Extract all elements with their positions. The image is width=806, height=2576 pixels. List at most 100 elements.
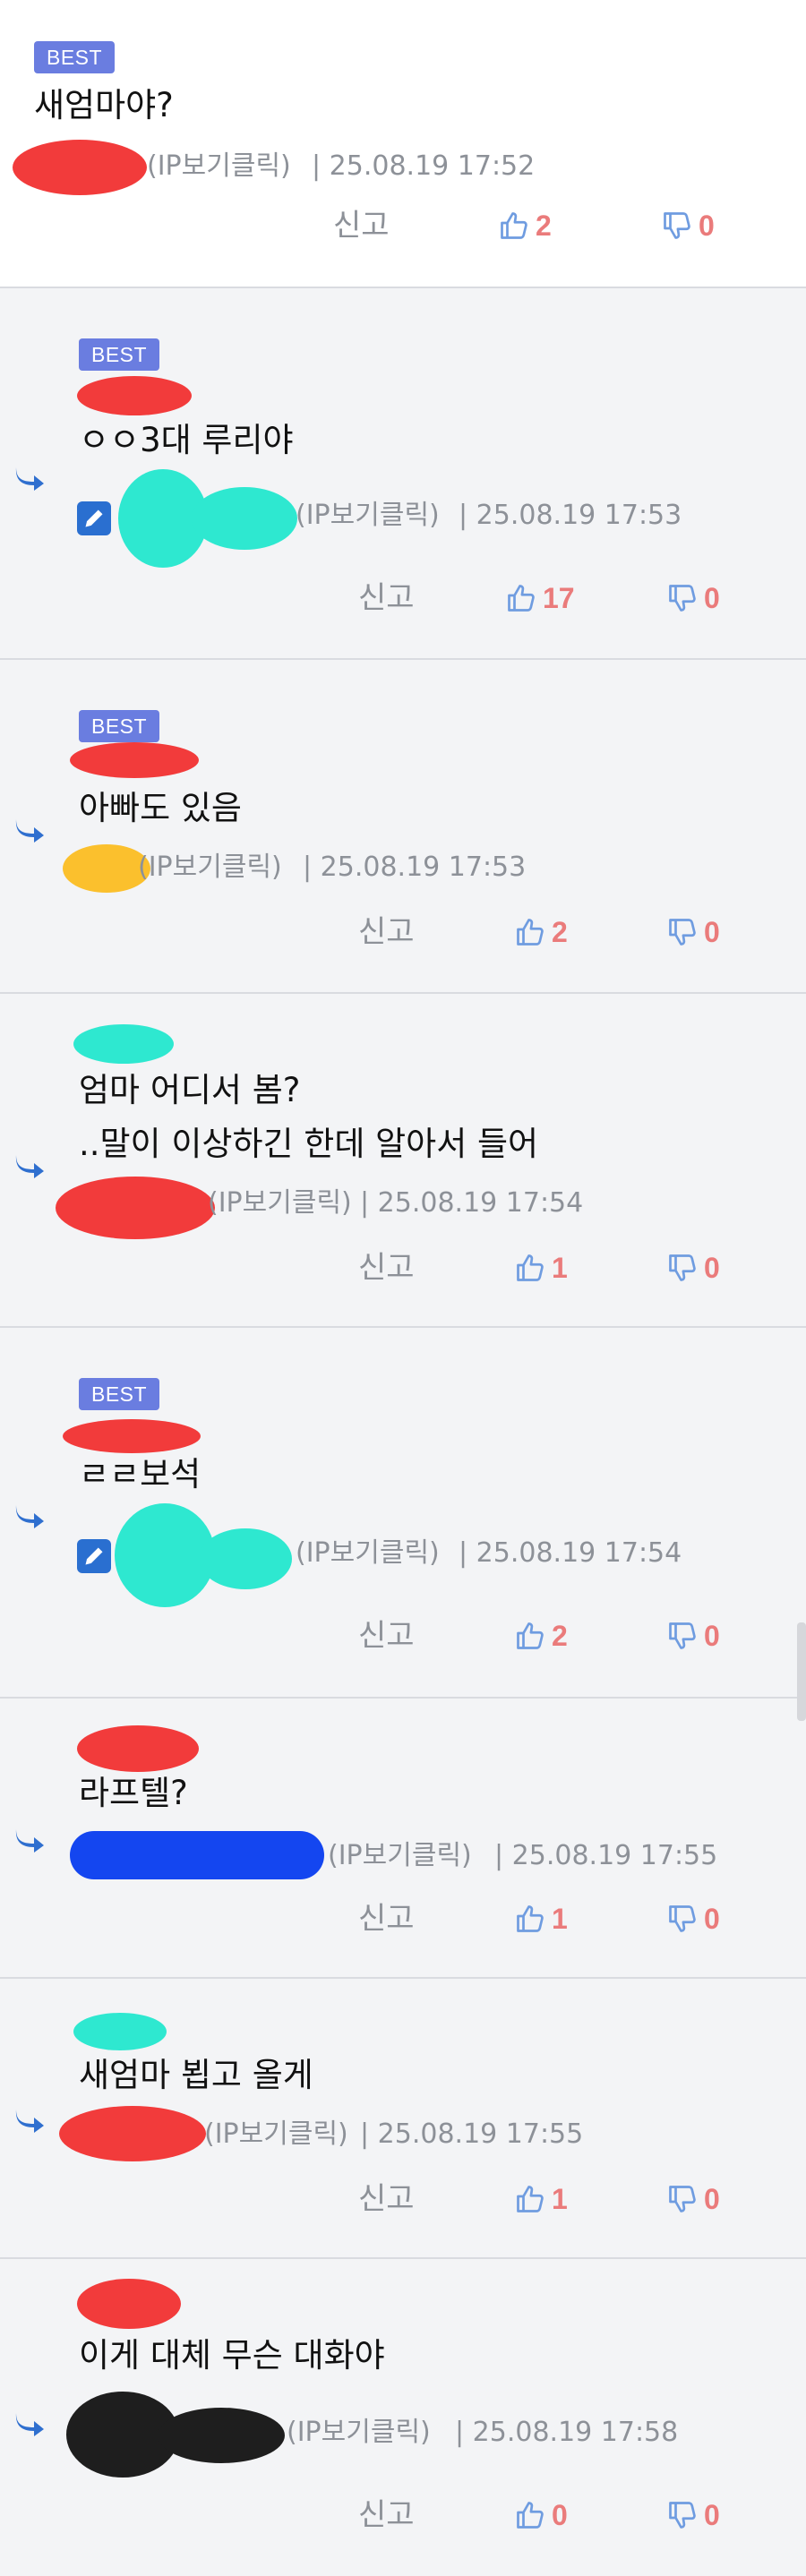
- reply-item: BEST ㄹㄹ보석 (IP보기클릭) | 25.08.19 17:54 신고 2…: [0, 1328, 806, 1699]
- like-count: 0: [552, 2498, 568, 2531]
- thumbs-down-icon: [666, 2499, 699, 2531]
- like-button[interactable]: 1: [514, 2179, 568, 2219]
- reply-arrow-icon: [13, 464, 47, 491]
- dislike-button[interactable]: 0: [666, 1616, 720, 1656]
- redacted-author: [70, 1831, 324, 1879]
- reply-item: 이게 대체 무슨 대화야 (IP보기클릭) | 25.08.19 17:58 신…: [0, 2259, 806, 2576]
- comment-text: 새엄마 뵙고 올게: [79, 2056, 313, 2094]
- comment-text: 엄마 어디서 봄?: [79, 1071, 301, 1109]
- best-badge: BEST: [34, 41, 116, 73]
- dislike-count: 0: [704, 1251, 720, 1284]
- thumbs-up-icon: [514, 916, 546, 948]
- reply-item: BEST 아빠도 있음 (IP보기클릭) | 25.08.19 17:53 신고…: [0, 660, 806, 994]
- ip-toggle-link[interactable]: (IP보기클릭): [296, 498, 440, 534]
- comment-text-line2: ..말이 이상하긴 한데 알아서 들어: [79, 1125, 539, 1163]
- comment-item: BEST 새엄마야? (IP보기클릭) | 25.08.19 17:52 신고 …: [0, 0, 806, 288]
- ip-toggle-link[interactable]: (IP보기클릭): [287, 2415, 431, 2451]
- report-button[interactable]: 신고: [358, 578, 415, 618]
- best-badge: BEST: [79, 710, 160, 742]
- comment-datetime: | 25.08.19 17:53: [303, 852, 527, 883]
- reply-arrow-icon: [13, 2409, 47, 2436]
- redacted-author: [59, 2106, 206, 2161]
- thumbs-up-icon: [514, 2183, 546, 2215]
- comment-text: 새엄마야?: [34, 86, 174, 124]
- redacted-author: [63, 1419, 201, 1453]
- like-button[interactable]: 2: [514, 1616, 568, 1656]
- reply-item: 라프텔? (IP보기클릭) | 25.08.19 17:55 신고 1 0: [0, 1699, 806, 1979]
- comment-datetime: | 25.08.19 17:55: [360, 2118, 584, 2150]
- reply-arrow-icon: [13, 1826, 47, 1853]
- redacted-author: [77, 2279, 181, 2329]
- ip-toggle-link[interactable]: (IP보기클릭): [208, 1185, 352, 1221]
- reply-item: 새엄마 뵙고 올게 (IP보기클릭) | 25.08.19 17:55 신고 1…: [0, 1979, 806, 2259]
- dislike-count: 0: [704, 915, 720, 948]
- comment-text: ㅇㅇ3대 루리야: [79, 421, 294, 459]
- thumbs-down-icon: [666, 1903, 699, 1935]
- thumbs-down-icon: [666, 916, 699, 948]
- best-badge: BEST: [79, 338, 160, 371]
- best-badge: BEST: [79, 1378, 160, 1410]
- ip-toggle-link[interactable]: (IP보기클릭): [296, 1536, 440, 1571]
- dislike-count: 0: [699, 209, 715, 242]
- report-button[interactable]: 신고: [358, 2179, 415, 2219]
- thumbs-up-icon: [505, 582, 537, 614]
- report-button[interactable]: 신고: [358, 1616, 415, 1656]
- dislike-button[interactable]: 0: [666, 1248, 720, 1288]
- dislike-count: 0: [704, 1902, 720, 1935]
- dislike-button[interactable]: 0: [661, 206, 715, 245]
- thumbs-down-icon: [666, 1252, 699, 1284]
- like-button[interactable]: 0: [514, 2495, 568, 2535]
- comment-text: 아빠도 있음: [79, 789, 242, 827]
- dislike-count: 0: [704, 2498, 720, 2531]
- dislike-button[interactable]: 0: [666, 2179, 720, 2219]
- redacted-author: [77, 1725, 199, 1772]
- thumbs-down-icon: [666, 1620, 699, 1652]
- redacted-author: [73, 2013, 167, 2050]
- report-button[interactable]: 신고: [358, 1248, 415, 1288]
- like-count: 1: [552, 1251, 568, 1284]
- ip-toggle-link[interactable]: (IP보기클릭): [204, 2117, 348, 2152]
- reply-arrow-icon: [13, 1151, 47, 1178]
- pencil-icon: [77, 501, 111, 535]
- like-button[interactable]: 1: [514, 1899, 568, 1938]
- comment-text: 이게 대체 무슨 대화야: [79, 2336, 385, 2375]
- report-button[interactable]: 신고: [358, 1899, 415, 1938]
- ip-toggle-link[interactable]: (IP보기클릭): [328, 1838, 472, 1874]
- thumbs-up-icon: [514, 2499, 546, 2531]
- like-count: 1: [552, 1902, 568, 1935]
- pencil-icon: [77, 1539, 111, 1573]
- redacted-author: [56, 1177, 215, 1239]
- ip-toggle-link[interactable]: (IP보기클릭): [147, 149, 291, 184]
- redacted-author: [158, 2408, 285, 2463]
- like-count: 2: [552, 1619, 568, 1652]
- comment-datetime: | 25.08.19 17:58: [455, 2417, 679, 2448]
- redacted-author: [77, 376, 192, 415]
- like-button[interactable]: 1: [514, 1248, 568, 1288]
- like-count: 2: [536, 209, 552, 242]
- reply-arrow-icon: [13, 816, 47, 843]
- ip-toggle-link[interactable]: (IP보기클릭): [138, 850, 282, 886]
- dislike-button[interactable]: 0: [666, 912, 720, 952]
- reply-arrow-icon: [13, 2106, 47, 2133]
- dislike-button[interactable]: 0: [666, 1899, 720, 1938]
- thumbs-down-icon: [666, 582, 699, 614]
- like-button[interactable]: 2: [514, 912, 568, 952]
- redacted-author: [199, 1528, 292, 1589]
- thumbs-down-icon: [661, 210, 693, 242]
- comment-datetime: | 25.08.19 17:52: [312, 150, 536, 182]
- reply-item: BEST ㅇㅇ3대 루리야 (IP보기클릭) | 25.08.19 17:53 …: [0, 288, 806, 660]
- thumbs-up-icon: [514, 1903, 546, 1935]
- comment-datetime: | 25.08.19 17:55: [494, 1840, 718, 1871]
- dislike-button[interactable]: 0: [666, 2495, 720, 2535]
- report-button[interactable]: 신고: [358, 912, 415, 952]
- report-button[interactable]: 신고: [333, 206, 390, 245]
- report-button[interactable]: 신고: [358, 2495, 415, 2535]
- like-button[interactable]: 17: [505, 578, 575, 618]
- like-button[interactable]: 2: [498, 206, 552, 245]
- like-count: 2: [552, 915, 568, 948]
- like-count: 17: [543, 581, 575, 614]
- comment-datetime: | 25.08.19 17:54: [360, 1187, 584, 1219]
- scrollbar-thumb[interactable]: [797, 1622, 806, 1721]
- thumbs-down-icon: [666, 2183, 699, 2215]
- dislike-button[interactable]: 0: [666, 578, 720, 618]
